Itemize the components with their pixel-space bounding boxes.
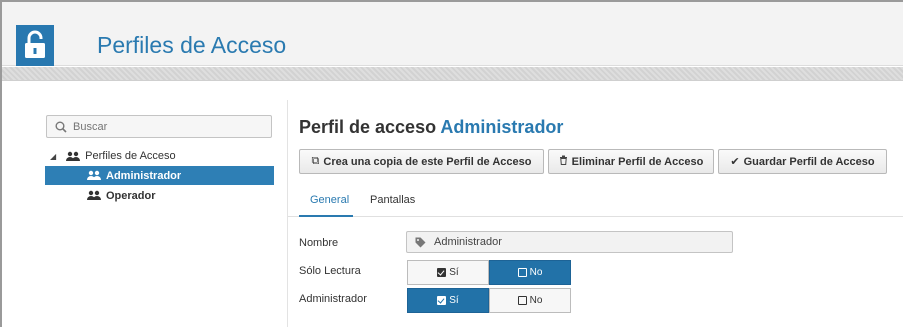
search-icon <box>55 121 67 133</box>
tree-item-administrador[interactable]: Administrador <box>45 166 274 185</box>
tree-item-operador[interactable]: Operador <box>45 186 274 205</box>
trash-icon <box>559 155 568 168</box>
save-profile-button[interactable]: ✔ Guardar Perfil de Acceso <box>718 149 887 174</box>
tree-root-label: Perfiles de Acceso <box>85 150 176 162</box>
administrador-label: Administrador <box>299 293 367 305</box>
toggle-label: No <box>529 295 543 306</box>
unlock-icon <box>16 25 54 66</box>
solo-lectura-yes-toggle[interactable]: Sí <box>407 260 489 285</box>
expand-arrow-icon[interactable]: ◢ <box>50 152 56 161</box>
save-profile-label: Guardar Perfil de Acceso <box>743 155 875 168</box>
checkbox-unchecked-icon <box>517 268 527 277</box>
profile-title: Perfil de acceso Administrador <box>299 117 563 138</box>
search-input[interactable] <box>73 120 253 133</box>
checkbox-checked-icon <box>437 268 447 277</box>
toggle-label: Sí <box>449 295 459 306</box>
app-header: Perfiles de Acceso <box>2 2 903 66</box>
header-band <box>2 67 903 81</box>
users-icon <box>87 170 101 181</box>
checkmark-icon: ✔ <box>730 156 740 168</box>
administrador-no-toggle[interactable]: No <box>489 288 571 313</box>
copy-icon: ⧉ <box>311 155 320 167</box>
profile-title-prefix: Perfil de acceso <box>299 117 437 137</box>
tab-bar: General Pantallas <box>288 182 903 217</box>
tree-item-label: Operador <box>106 189 156 202</box>
users-icon <box>66 151 81 162</box>
active-tab-indicator <box>299 215 353 217</box>
toggle-label: No <box>529 267 543 278</box>
tab-pantallas[interactable]: Pantallas <box>370 194 415 206</box>
solo-lectura-no-toggle[interactable]: No <box>489 260 571 285</box>
delete-profile-label: Eliminar Perfil de Acceso <box>571 155 704 168</box>
tree-root-perfiles[interactable]: ◢ Perfiles de Acceso <box>50 149 176 163</box>
toggle-label: Sí <box>449 267 459 278</box>
nombre-label: Nombre <box>299 237 339 249</box>
checkbox-checked-icon <box>437 296 447 305</box>
tree-item-label: Administrador <box>106 169 182 182</box>
nombre-value: Administrador <box>434 236 502 248</box>
page-title: Perfiles de Acceso <box>97 32 287 58</box>
users-icon <box>87 190 101 201</box>
checkbox-unchecked-icon <box>517 296 527 305</box>
profile-title-name: Administrador <box>440 117 564 137</box>
copy-profile-button[interactable]: ⧉ Crea una copia de este Perfil de Acces… <box>299 149 544 174</box>
solo-lectura-label: Sólo Lectura <box>299 265 361 277</box>
search-box[interactable] <box>46 115 272 138</box>
tag-icon <box>415 237 426 247</box>
nombre-field[interactable]: Administrador <box>406 231 733 253</box>
administrador-yes-toggle[interactable]: Sí <box>407 288 489 313</box>
copy-profile-label: Crea una copia de este Perfil de Acceso <box>323 155 532 168</box>
delete-profile-button[interactable]: Eliminar Perfil de Acceso <box>548 149 714 174</box>
tab-general[interactable]: General <box>310 194 349 206</box>
